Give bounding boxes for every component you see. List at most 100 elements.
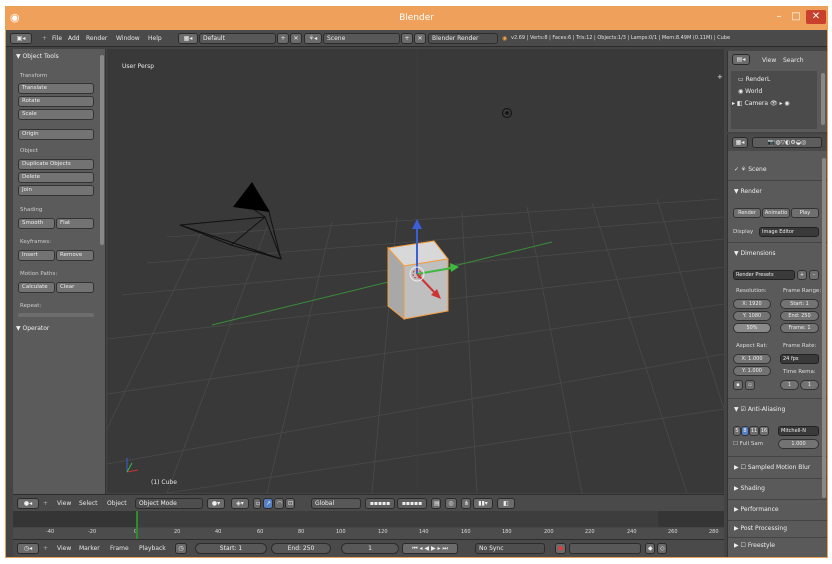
render-panel-header[interactable]: ▼ Render [734,188,762,195]
manipulator-translate-button[interactable]: ↗ [263,498,273,509]
outliner-scrollbar[interactable] [821,73,825,125]
keying-set-field[interactable] [569,543,641,554]
3d-viewport[interactable]: User Persp (1) Cube + [107,49,724,493]
insert-keyframe-button[interactable]: Insert [18,250,55,261]
viewport-shading-dropdown[interactable]: ●▾ [207,498,225,509]
toolshelf-scrollbar[interactable] [100,55,104,245]
playback-controls[interactable]: ⏮ ◂ ◀ ▶ ▸ ⏭ [402,543,458,554]
start-frame-field[interactable]: Start: 1 [195,543,267,554]
screen-layout-icon[interactable]: ▦◂ [178,33,198,44]
delete-button[interactable]: Delete [18,172,94,183]
timeline-editor-type-icon[interactable]: ◷◂ [17,543,39,554]
delete-keyframe-icon[interactable]: ◇ [657,543,667,554]
play-animation-button[interactable]: Play [791,208,819,218]
screen-layout-field[interactable]: Default [199,33,276,44]
aspect-y-field[interactable]: Y: 1.000 [733,366,771,376]
remove-preset-button[interactable]: – [809,270,819,280]
aspect-x-field[interactable]: X: 1.000 [733,354,771,364]
layer-buttons-b[interactable]: ▪▪▪▪▪ [397,498,427,509]
current-frame-field[interactable]: 1 [341,543,399,554]
proportional-edit-icon[interactable]: ◎ [445,498,457,509]
scene-add-button[interactable]: + [401,33,413,44]
pivot-point-dropdown[interactable]: ◈▾ [231,498,249,509]
timeline-menu-frame[interactable]: Frame [110,544,129,553]
resolution-y-field[interactable]: Y: 1080 [733,311,771,321]
frame-step-field[interactable]: Frame: 1 [780,323,819,333]
remove-keyframe-button[interactable]: Remove [56,250,94,261]
render-presets-dropdown[interactable]: Render Presets [733,270,795,280]
outliner-editor-type-icon[interactable]: ▤◂ [732,54,750,65]
resolution-percentage-field[interactable]: 50% [733,323,771,333]
menu-select[interactable]: Select [79,499,98,508]
timeline-menu-playback[interactable]: Playback [139,544,166,553]
screen-remove-button[interactable]: ✕ [290,33,302,44]
frame-end-field[interactable]: End: 250 [780,311,819,321]
clear-paths-button[interactable]: Clear [56,282,94,293]
lamp-object[interactable] [502,108,512,118]
mode-dropdown[interactable]: Object Mode [135,498,203,509]
flat-button[interactable]: Flat [56,218,94,229]
timeline-menu-view[interactable]: View [57,544,71,553]
frame-start-field[interactable]: Start: 1 [780,299,819,309]
outliner[interactable]: ▤◂ View Search ▭ RenderL ◉ World ▸ ◧ Cam… [727,51,827,132]
origin-button[interactable]: Origin [18,129,94,140]
outliner-item-camera[interactable]: ▸ ◧ Camera 👁 ▸ ◉ [732,100,790,107]
maximize-button[interactable]: □ [789,10,803,24]
manipulator-rotate-button[interactable]: ◠ [274,498,284,509]
editor-type-icon[interactable]: ▣◂ [10,33,32,44]
timeline-editor[interactable]: -40 -20 0 20 40 60 80 100 120 140 160 18… [13,511,724,539]
collapse-menu-icon[interactable]: + [42,34,47,43]
snap-toggle-icon[interactable]: ⋔ [461,498,471,509]
time-remap-new-field[interactable]: 1 [800,380,819,390]
smooth-button[interactable]: Smooth [18,218,55,229]
freestyle-panel-header[interactable]: ▶ ☐ Freestyle [734,542,775,549]
layer-buttons-a[interactable]: ▪▪▪▪▪ [365,498,395,509]
repeat-button-partial[interactable] [18,313,94,317]
record-button[interactable]: ● [555,543,566,554]
view3d-collapse-icon[interactable]: + [43,499,48,508]
full-sample-checkbox[interactable]: ☐ Full Sam [733,441,763,447]
lock-layers-icon[interactable]: ▤ [431,498,441,509]
view3d-editor-type-icon[interactable]: ●◂ [17,498,39,509]
screen-add-button[interactable]: + [277,33,289,44]
aa-samples-5[interactable]: 5 [733,426,741,436]
scene-field[interactable]: Scene [323,33,400,44]
properties-editor-type-icon[interactable]: ▦◂ [732,137,748,148]
manipulator-scale-button[interactable]: ⊡ [285,498,295,509]
menu-view[interactable]: View [57,499,71,508]
crop-toggle[interactable]: ▫ [745,380,755,390]
shading-panel-header[interactable]: ▶ Shading [734,485,765,492]
performance-panel-header[interactable]: ▶ Performance [734,506,779,513]
display-dropdown[interactable]: Image Editor [759,227,819,237]
aa-samples-11[interactable]: 11 [749,426,759,436]
properties-scrollbar[interactable] [822,158,826,498]
render-preview-icon[interactable]: ◧ [497,498,515,509]
resolution-x-field[interactable]: X: 1920 [733,299,771,309]
menu-add[interactable]: Add [68,34,80,43]
duplicate-objects-button[interactable]: Duplicate Objects [18,159,94,170]
current-frame-cursor[interactable] [136,511,138,539]
post-processing-panel-header[interactable]: ▶ Post Processing [734,525,787,532]
properties-toggle-icon[interactable]: + [717,73,723,81]
render-animation-button[interactable]: Animatio [762,208,790,218]
timeline-ruler[interactable]: -40 -20 0 20 40 60 80 100 120 140 160 18… [13,528,724,539]
outliner-menu-search[interactable]: Search [783,56,804,65]
anti-aliasing-panel-header[interactable]: ▼ ☑ Anti-Aliasing [734,406,785,413]
snap-element-dropdown[interactable]: ▮▮▾ [473,498,493,509]
menu-window[interactable]: Window [116,34,140,43]
menu-help[interactable]: Help [148,34,162,43]
insert-keyframe-icon[interactable]: ◆ [645,543,655,554]
border-toggle[interactable]: ▪ [733,380,743,390]
render-engine-dropdown[interactable]: Blender Render [428,33,498,44]
preview-range-icon[interactable]: ◷ [175,543,187,554]
scale-button[interactable]: Scale [18,109,94,120]
timeline-collapse-icon[interactable]: + [43,544,48,553]
timeline-track[interactable] [13,511,724,527]
frame-rate-dropdown[interactable]: 24 fps [780,354,819,364]
add-preset-button[interactable]: + [797,270,807,280]
outliner-item-renderlayers[interactable]: ▭ RenderL [738,76,770,83]
timeline-menu-marker[interactable]: Marker [79,544,100,553]
join-button[interactable]: Join [18,185,94,196]
menu-render[interactable]: Render [86,34,107,43]
object-tools-header[interactable]: ▼ Object Tools [16,53,59,60]
